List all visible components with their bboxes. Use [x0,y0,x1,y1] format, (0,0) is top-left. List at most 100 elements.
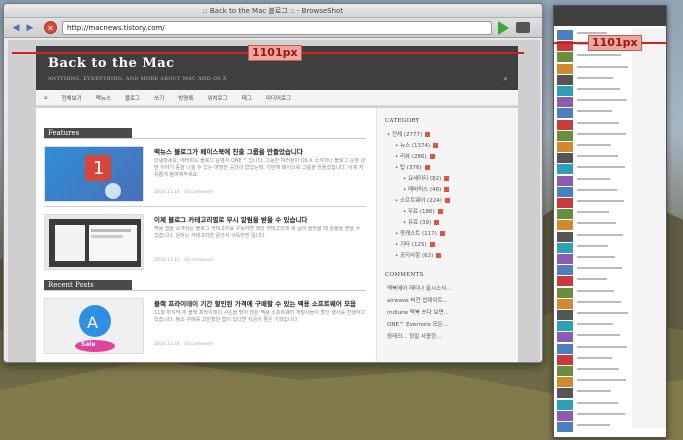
category-item[interactable]: • 소프트웨어 (224) [395,196,450,204]
rss-icon[interactable] [425,132,431,137]
menu-item[interactable]: 쓰기 [154,94,164,102]
comment-item[interactable]: ONE™ Evernote 모든... [387,320,513,328]
category-item[interactable]: • 뉴스 (1374) [395,141,439,149]
strip-thumbnail [557,175,573,186]
post-thumbnail[interactable]: A Sale [44,298,144,354]
rss-icon[interactable] [433,143,439,148]
strip-text-line [577,289,614,292]
comment-item[interactable]: 맥북에어 레티나 출시소식... [387,284,513,292]
rss-icon[interactable] [444,187,450,192]
rss-icon[interactable] [429,242,435,247]
strip-thumbnail [557,63,573,74]
category-label: 무료 (186) [408,209,435,215]
menu-item-home[interactable]: ⌂ [44,95,48,101]
post-excerpt: 맥용 앱을 소개하는 블로그 카테고리를 구독하면 해당 카테고리에 새 글이 … [154,226,361,239]
strip-thumbnail [557,97,573,108]
strip-thumbnail [557,242,573,253]
search-icon[interactable]: ⌕ [504,74,508,84]
post-title[interactable]: 블랙 프라이데이 기간 할인된 가격에 구매할 수 있는 맥용 소프트웨어 모음 [154,298,356,308]
rss-icon[interactable] [437,209,443,214]
strip-text-line [577,54,621,57]
strip-text-line [577,166,625,169]
post-thumbnail[interactable] [44,214,144,270]
web-page: Back to the Mac ANYTHING, EVERYTHING, AN… [8,40,540,362]
menu-item[interactable]: 블로그 [125,94,140,102]
category-label: 리뷰 (286) [400,154,427,160]
forward-arrow-icon[interactable]: ▶ [24,22,36,34]
category-item[interactable]: • 리뷰 (286) [395,152,435,160]
strip-thumbnail [557,86,573,96]
rss-icon[interactable] [424,165,430,170]
strip-thumbnail [557,30,573,40]
category-item[interactable]: • 팟캐스트 (117) [395,229,445,237]
category-item[interactable]: • 공지사항 (62) [395,251,442,259]
strip-text-line [577,244,608,247]
strip-thumbnail [557,74,573,85]
category-item[interactable]: • 무료 (186) [403,207,443,215]
strip-text-line [577,424,610,426]
menu-item[interactable]: 전체보기 [62,94,82,102]
rss-icon[interactable] [434,220,440,225]
post-thumbnail[interactable]: 1 [44,146,144,202]
menu-item[interactable]: 방명록 [178,94,193,102]
section-divider [44,290,366,291]
strip-text-line [577,177,610,180]
site-menu: ⌂ 전체보기 맥뉴스 블로그 쓰기 방명록 위치로그 태그 미디어로그 [36,90,518,106]
strip-thumbnail [557,410,573,421]
category-item[interactable]: • 매버릭스 (48) [403,185,450,193]
category-label: 매버릭스 (48) [408,187,442,193]
post-title[interactable]: 맥뉴스 블로그가 페이스북에 진출 그룹을 만들었습니다 [154,146,303,156]
category-heading: CATEGORY [385,118,420,124]
category-label: 전체 (2777) [392,132,423,138]
post-title[interactable]: 이제 블로그 카테고리별로 무시 알림을 받을 수 있습니다 [154,214,307,224]
comment-item[interactable]: rndlune 맥북 쓰다 보면... [387,308,513,316]
rss-icon[interactable] [444,176,450,181]
strip-text-line [577,256,615,258]
comment-item[interactable]: airwave 버전 업데이트... [387,296,513,304]
rss-icon[interactable] [444,198,450,203]
strip-thumbnail [557,119,573,130]
category-item[interactable]: • 기타 (125) [395,240,435,248]
stop-icon[interactable]: ✕ [44,21,57,34]
site-title[interactable]: Back to the Mac [48,56,175,71]
menu-item[interactable]: 위치로그 [207,94,227,102]
rss-icon[interactable] [429,154,435,159]
comment-item[interactable]: 원래의... 정말 사용한... [387,332,513,340]
strip-thumbnail [557,388,573,399]
strip-thumbnail [557,399,573,410]
post-divider [44,206,366,207]
strip-text-line [577,278,607,281]
strip-thumbnail [557,164,573,175]
strip-thumbnail [557,142,573,152]
go-play-icon[interactable] [498,21,509,35]
menu-item[interactable]: 맥뉴스 [96,94,111,102]
menu-item[interactable]: 미디어로그 [266,94,291,102]
url-input[interactable]: http://macnews.tistory.com/ [62,21,492,35]
strip-text-line [577,356,612,359]
strip-text-line [577,334,620,337]
main-content: Features 1 맥뉴스 블로그가 페이스북에 진출 그룹을 만들었습니다 … [36,108,518,362]
strip-text-line [577,65,628,68]
strip-thumbnail [557,321,573,332]
strip-text-line [577,368,619,370]
camera-icon[interactable] [516,22,530,33]
full-page-screenshot[interactable] [553,5,667,438]
svg-text:A: A [87,313,98,332]
menu-item[interactable]: 태그 [242,94,252,102]
mac-screen-icon [49,219,141,267]
site-subtitle: ANYTHING, EVERYTHING, AND MORE ABOUT MAC… [48,76,227,82]
rss-icon[interactable] [439,231,445,236]
category-item[interactable]: • 유료 (39) [403,218,440,226]
strip-text-line [577,88,620,90]
strip-thumbnail [557,276,573,287]
back-arrow-icon[interactable]: ◀ [10,22,22,34]
category-item[interactable]: • 전체 (2777) [387,130,431,138]
post-excerpt: 안녕하세요, 에버피드 블로그 운영자 ONE™ 입니다. 그동안 여러분이 O… [154,158,366,178]
rss-icon[interactable] [436,253,442,258]
strip-measure-label: 1101px [588,35,642,51]
strip-thumbnail [557,287,573,298]
category-item[interactable]: • 팁 (376) [395,163,430,171]
category-label: 기타 (125) [400,242,427,248]
strip-text-line [577,401,618,404]
category-item[interactable]: • 요세미티 (82) [403,174,450,182]
